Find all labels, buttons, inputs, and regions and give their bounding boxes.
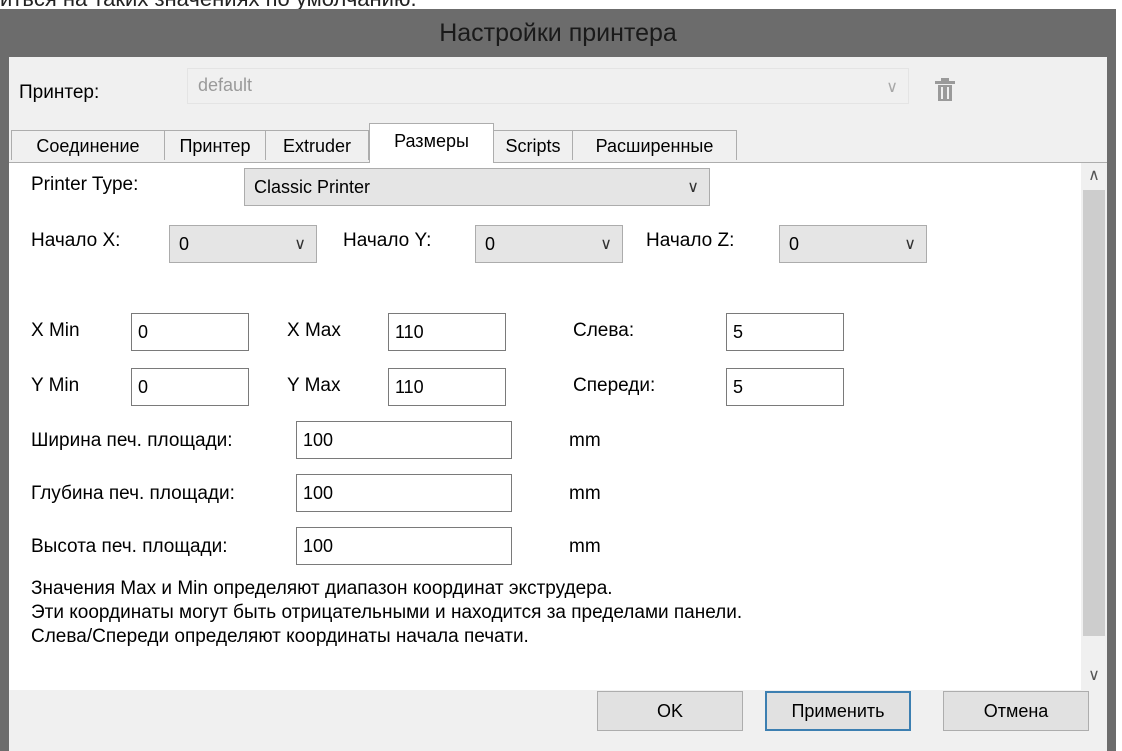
y-max-input[interactable]: 110: [388, 368, 506, 406]
dialog-client-area: Принтер: default ∨ Соединение Принтер Ex…: [9, 57, 1107, 751]
home-z-value: 0: [789, 234, 800, 254]
home-z-select[interactable]: 0 ∨: [779, 225, 927, 263]
chevron-down-icon: ∨: [600, 236, 612, 253]
bed-width-unit: mm: [569, 430, 601, 451]
trash-icon[interactable]: [933, 77, 957, 103]
tab-printer[interactable]: Принтер: [164, 130, 266, 160]
printer-select-value: default: [198, 75, 253, 95]
x-max-input[interactable]: 110: [388, 313, 506, 351]
bed-height-label: Высота печ. площади:: [31, 536, 228, 557]
cancel-button[interactable]: Отмена: [943, 691, 1089, 731]
x-min-input[interactable]: 0: [131, 313, 249, 351]
ok-button[interactable]: OK: [597, 691, 743, 731]
printer-type-label: Printer Type:: [31, 174, 139, 195]
x-max-label: X Max: [287, 320, 341, 341]
printer-type-select[interactable]: Classic Printer ∨: [244, 168, 710, 206]
dimensions-panel: Printer Type: Classic Printer ∨ Начало X…: [9, 162, 1107, 690]
bed-depth-unit: mm: [569, 483, 601, 504]
help-text-line-3: Слева/Спереди определяют координаты нача…: [31, 626, 529, 647]
printer-settings-dialog: Настройки принтера Принтер: default ∨ Со…: [0, 9, 1116, 751]
chevron-down-icon[interactable]: ∨: [1081, 663, 1107, 689]
y-min-label: Y Min: [31, 375, 80, 396]
apply-button[interactable]: Применить: [765, 691, 911, 731]
x-min-label: X Min: [31, 320, 80, 341]
home-y-label: Начало Y:: [343, 230, 432, 251]
chevron-up-icon[interactable]: ∧: [1081, 163, 1107, 189]
front-offset-label: Спереди:: [573, 375, 656, 396]
home-y-select[interactable]: 0 ∨: [475, 225, 623, 263]
bed-depth-label: Глубина печ. площади:: [31, 483, 235, 504]
home-y-value: 0: [485, 234, 496, 254]
chevron-down-icon: ∨: [886, 79, 898, 96]
home-x-label: Начало X:: [31, 230, 121, 251]
chevron-down-icon: ∨: [904, 236, 916, 253]
y-min-input[interactable]: 0: [131, 368, 249, 406]
scrollbar-thumb[interactable]: [1083, 190, 1105, 636]
home-z-label: Начало Z:: [646, 230, 735, 251]
bed-height-input[interactable]: 100: [296, 527, 512, 565]
home-x-select[interactable]: 0 ∨: [169, 225, 317, 263]
printer-select[interactable]: default ∨: [187, 68, 909, 104]
left-offset-label: Слева:: [573, 320, 635, 341]
tab-scripts[interactable]: Scripts: [493, 130, 573, 160]
tab-extruder[interactable]: Extruder: [265, 130, 369, 160]
chevron-down-icon: ∨: [294, 236, 306, 253]
printer-type-value: Classic Printer: [254, 177, 371, 197]
bed-width-label: Ширина печ. площади:: [31, 430, 233, 451]
tab-dimensions[interactable]: Размеры: [369, 123, 494, 163]
help-text-line-2: Эти координаты могут быть отрицательными…: [31, 602, 743, 623]
window-title: Настройки принтера: [0, 9, 1116, 57]
front-offset-input[interactable]: 5: [726, 368, 844, 406]
home-x-value: 0: [179, 234, 190, 254]
printer-label: Принтер:: [19, 82, 100, 103]
vertical-scrollbar[interactable]: ∧ ∨: [1081, 163, 1107, 690]
bed-width-input[interactable]: 100: [296, 421, 512, 459]
tab-advanced[interactable]: Расширенные: [572, 130, 737, 160]
help-text-line-1: Значения Max и Min определяют диапазон к…: [31, 578, 613, 599]
left-offset-input[interactable]: 5: [726, 313, 844, 351]
tab-connection[interactable]: Соединение: [11, 130, 165, 160]
chevron-down-icon: ∨: [687, 179, 699, 196]
settings-tabs: Соединение Принтер Extruder Размеры Scri…: [9, 123, 1107, 163]
y-max-label: Y Max: [287, 375, 341, 396]
bed-height-unit: mm: [569, 536, 601, 557]
bed-depth-input[interactable]: 100: [296, 474, 512, 512]
